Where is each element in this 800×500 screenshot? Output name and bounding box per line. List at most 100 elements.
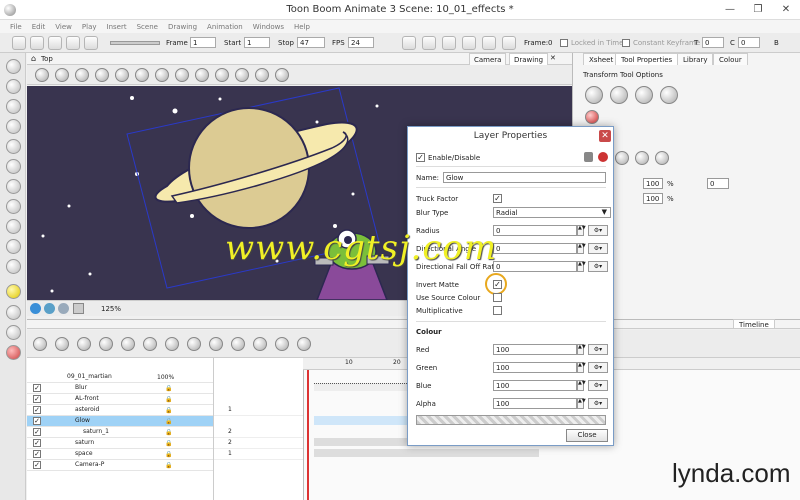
view-icon-12[interactable] — [255, 68, 269, 82]
loop-icon[interactable] — [48, 36, 62, 50]
tl-icon-10[interactable] — [231, 337, 245, 351]
snap-icon-2[interactable] — [635, 151, 649, 165]
dir-falloff-stepper[interactable]: ▲▼ — [577, 261, 586, 272]
dropper-icon[interactable] — [6, 219, 21, 234]
tab-close-icon[interactable]: ✕ — [550, 54, 556, 62]
menu-scene[interactable]: Scene — [137, 23, 158, 31]
ink-icon[interactable] — [6, 179, 21, 194]
layer-checkbox[interactable]: ✓ — [33, 384, 41, 392]
eraser-icon[interactable] — [6, 199, 21, 214]
layer-checkbox[interactable]: ✓ — [33, 417, 41, 425]
transform-option-icon-4[interactable] — [660, 86, 678, 104]
view-icon-3[interactable] — [75, 68, 89, 82]
tab-library[interactable]: Library — [677, 53, 714, 65]
sound-icon[interactable] — [66, 36, 80, 50]
layer-row-selected[interactable]: ✓ Glow 🔒 — [27, 416, 213, 427]
tl-icon-1[interactable] — [33, 337, 47, 351]
lock-icon[interactable]: 🔒 — [165, 450, 172, 460]
home-icon[interactable]: ⌂ — [31, 54, 36, 63]
layer-row[interactable]: ✓ asteroid 🔒 — [27, 405, 213, 416]
scale-icon[interactable] — [442, 36, 456, 50]
layer-checkbox[interactable]: ✓ — [33, 461, 41, 469]
zoom-icon[interactable] — [502, 36, 516, 50]
dir-angle-function-button[interactable]: ⚙▾ — [588, 243, 608, 254]
reset-icon[interactable] — [585, 110, 599, 124]
tl-icon-9[interactable] — [209, 337, 223, 351]
menu-edit[interactable]: Edit — [32, 23, 46, 31]
layer-checkbox[interactable]: ✓ — [33, 395, 41, 403]
menu-play[interactable]: Play — [82, 23, 97, 31]
enable-checkbox[interactable]: ✓ — [416, 153, 425, 162]
minimize-icon[interactable]: — — [716, 0, 744, 20]
layer-row[interactable]: ✓ Camera-P 🔒 — [27, 460, 213, 471]
name-field[interactable]: Glow — [443, 172, 606, 183]
lock-icon[interactable]: 🔒 — [165, 417, 172, 427]
play-icon[interactable] — [12, 36, 26, 50]
tab-colour[interactable]: Colour — [713, 53, 748, 65]
playhead[interactable] — [307, 358, 309, 500]
dir-falloff-function-button[interactable]: ⚙▾ — [588, 261, 608, 272]
play-loop-icon[interactable] — [30, 36, 44, 50]
dir-angle-stepper[interactable]: ▲▼ — [577, 243, 586, 254]
stop-field[interactable]: 47 — [297, 37, 325, 48]
contour-icon[interactable] — [6, 79, 21, 94]
brush-icon[interactable] — [6, 99, 21, 114]
text-icon[interactable] — [6, 139, 21, 154]
height-field[interactable]: 100 — [643, 193, 663, 204]
lock-icon[interactable]: 🔒 — [165, 428, 172, 438]
snap-icon-3[interactable] — [655, 151, 669, 165]
speed-slider[interactable] — [110, 41, 160, 45]
blue-field[interactable]: 100 — [493, 380, 577, 391]
hand-icon[interactable] — [6, 239, 21, 254]
lock-icon[interactable]: 🔒 — [165, 406, 172, 416]
red-stepper[interactable]: ▲▼ — [577, 344, 586, 355]
dir-falloff-field[interactable]: 0 — [493, 261, 577, 272]
truck-checkbox[interactable]: ✓ — [493, 194, 502, 203]
lock-icon[interactable]: 🔒 — [165, 395, 172, 405]
tl-icon-2[interactable] — [55, 337, 69, 351]
tab-xsheet[interactable]: Xsheet — [583, 53, 620, 65]
layer-checkbox[interactable]: ✓ — [33, 406, 41, 414]
sound-scrub-icon[interactable] — [84, 36, 98, 50]
tab-timeline[interactable]: Timeline — [733, 319, 775, 329]
menu-animation[interactable]: Animation — [207, 23, 243, 31]
tl-icon-5[interactable] — [121, 337, 135, 351]
zoom-level[interactable]: 125% — [101, 305, 121, 313]
lock-icon[interactable] — [584, 152, 593, 162]
view-icon-10[interactable] — [215, 68, 229, 82]
menu-windows[interactable]: Windows — [253, 23, 284, 31]
view-icon-9[interactable] — [195, 68, 209, 82]
red-function-button[interactable]: ⚙▾ — [588, 344, 608, 355]
blue-function-button[interactable]: ⚙▾ — [588, 380, 608, 391]
tl-icon-12[interactable] — [275, 337, 289, 351]
view-icon-6[interactable] — [135, 68, 149, 82]
layer-row[interactable]: ✓ AL-front 🔒 — [27, 394, 213, 405]
alpha-function-button[interactable]: ⚙▾ — [588, 398, 608, 409]
radius-stepper[interactable]: ▲▼ — [577, 225, 586, 236]
transform-icon[interactable] — [402, 36, 416, 50]
record-icon[interactable] — [6, 345, 21, 360]
view-icon-11[interactable] — [235, 68, 249, 82]
status-icon-2[interactable] — [44, 303, 55, 314]
lock-icon[interactable]: 🔒 — [165, 439, 172, 449]
const-checkbox[interactable] — [622, 39, 630, 47]
source-checkbox[interactable] — [493, 293, 502, 302]
pen-icon[interactable] — [482, 36, 496, 50]
status-icon-3[interactable] — [58, 303, 69, 314]
view-icon-1[interactable] — [35, 68, 49, 82]
radius-function-button[interactable]: ⚙▾ — [588, 225, 608, 236]
view-icon-13[interactable] — [275, 68, 289, 82]
green-stepper[interactable]: ▲▼ — [577, 362, 586, 373]
layer-row[interactable]: ✓ space 🔒 — [27, 449, 213, 460]
status-icon-1[interactable] — [30, 303, 41, 314]
paint-icon[interactable] — [6, 159, 21, 174]
rotate-icon[interactable] — [422, 36, 436, 50]
morph-icon[interactable] — [6, 325, 21, 340]
zoom-tool-icon[interactable] — [6, 259, 21, 274]
tl-icon-11[interactable] — [253, 337, 267, 351]
green-field[interactable]: 100 — [493, 362, 577, 373]
transform-option-icon-3[interactable] — [635, 86, 653, 104]
color-icon[interactable] — [598, 152, 608, 162]
view-icon-7[interactable] — [155, 68, 169, 82]
tl-icon-6[interactable] — [143, 337, 157, 351]
